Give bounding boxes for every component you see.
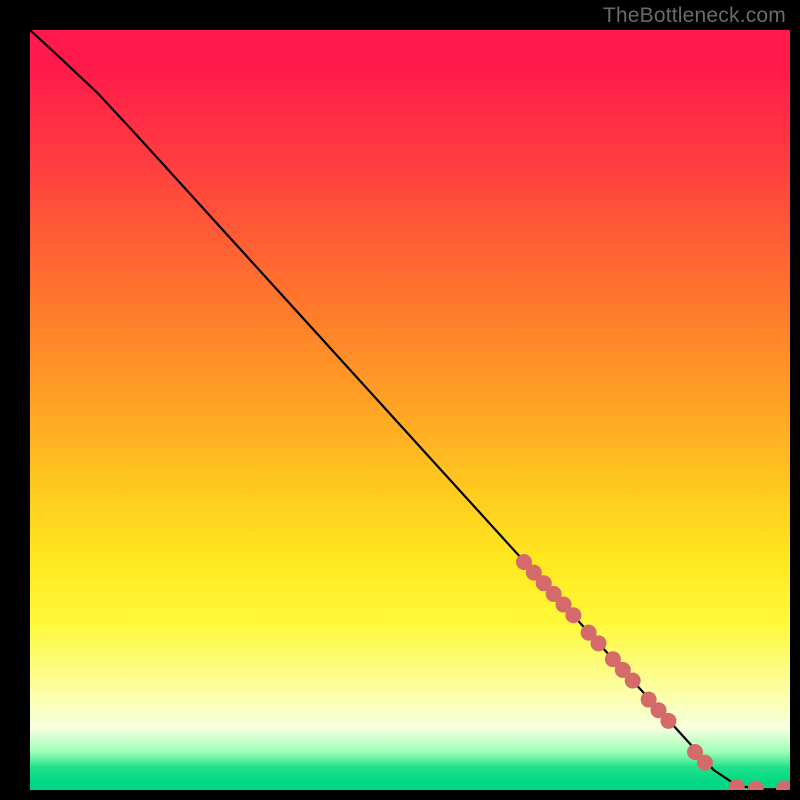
watermark-label: TheBottleneck.com	[603, 4, 786, 28]
plot-background-gradient	[30, 30, 790, 790]
chart-frame: TheBottleneck.com	[0, 0, 800, 800]
